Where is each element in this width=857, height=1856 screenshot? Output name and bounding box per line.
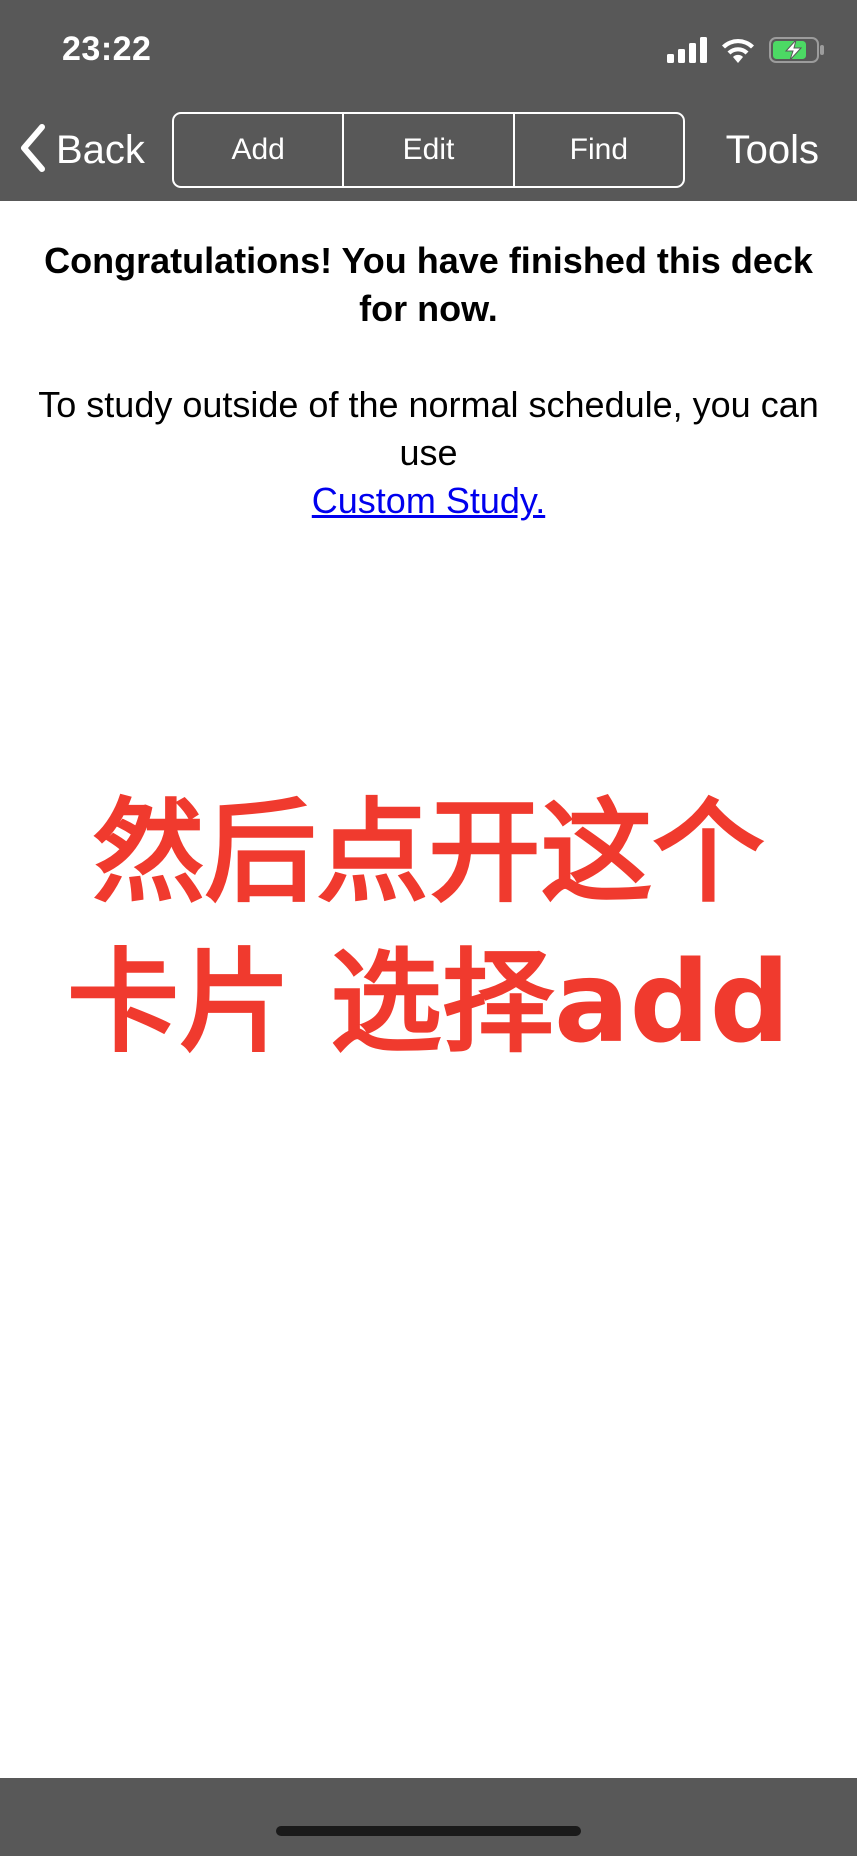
custom-study-info-text: To study outside of the normal schedule,… [38, 384, 819, 473]
status-time: 23:22 [62, 30, 152, 68]
action-segmented-control: Add Edit Find [172, 112, 685, 188]
deck-finished-message: Congratulations! You have finished this … [0, 201, 857, 525]
find-button[interactable]: Find [512, 114, 683, 186]
nav-bar: Back Add Edit Find Tools [0, 100, 857, 201]
back-button[interactable]: Back [18, 120, 145, 180]
status-bar: 23:22 [0, 0, 857, 100]
custom-study-link[interactable]: Custom Study. [312, 477, 545, 525]
back-label: Back [56, 127, 145, 172]
status-icons [667, 34, 825, 70]
screen: 23:22 Back Add Edit Find Tools Congratul… [0, 0, 857, 1856]
congratulations-text: Congratulations! You have finished this … [44, 240, 813, 329]
signal-icon [667, 36, 707, 68]
custom-study-info: To study outside of the normal schedule,… [30, 381, 827, 525]
annotation-text-line-1: 然后点开这个 [92, 788, 765, 918]
edit-button[interactable]: Edit [342, 114, 512, 186]
add-button[interactable]: Add [174, 114, 342, 186]
home-indicator[interactable] [276, 1826, 581, 1836]
tools-button[interactable]: Tools [726, 122, 819, 178]
bottom-bar [0, 1778, 857, 1856]
annotation-text-line-2: 卡片 选择add [67, 938, 790, 1068]
battery-charging-icon [769, 36, 825, 69]
wifi-icon [721, 37, 755, 68]
chevron-left-icon [18, 123, 48, 178]
